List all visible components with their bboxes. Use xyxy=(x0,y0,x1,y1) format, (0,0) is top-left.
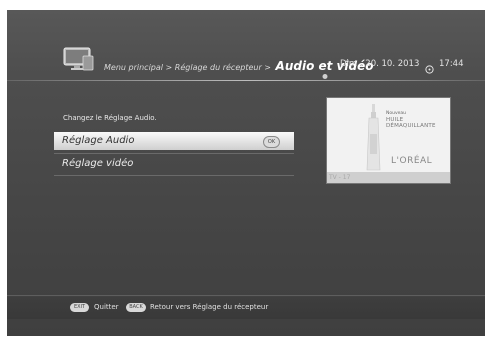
menu-divider xyxy=(54,175,294,176)
breadcrumb: Menu principal > Réglage du récepteur > … xyxy=(104,59,373,79)
ad-brand-logo: L'ORÉAL xyxy=(391,156,433,166)
menu-item-video-settings[interactable]: Réglage vidéo xyxy=(54,155,294,173)
breadcrumb-root: Menu principal xyxy=(104,63,163,72)
ad-nouveau-text: Nouveau xyxy=(386,111,407,116)
breadcrumb-parent: Réglage du récepteur xyxy=(174,63,262,72)
channel-label: TV - 17 xyxy=(329,174,351,181)
footer-divider xyxy=(7,295,485,296)
tv-preview-window: Nouveau HUILE DÉMAQUILLANTE L'ORÉAL TV -… xyxy=(326,97,451,184)
exit-label: Quitter xyxy=(94,303,119,311)
footer-bar: EXIT Quitter BACK Retour vers Réglage du… xyxy=(7,297,485,319)
instruction-text: Changez le Réglage Audio. xyxy=(63,114,157,122)
breadcrumb-separator: > xyxy=(264,63,271,72)
tv-settings-icon xyxy=(63,46,95,72)
menu-item-label: Réglage vidéo xyxy=(62,158,134,169)
clock-icon xyxy=(425,59,434,74)
ad-product-line2: DÉMAQUILLANTE xyxy=(386,123,436,129)
exit-key-icon[interactable]: EXIT xyxy=(70,303,89,312)
header-divider xyxy=(7,80,485,81)
ad-product-name: HUILE DÉMAQUILLANTE xyxy=(386,117,436,129)
menu-divider xyxy=(54,153,294,154)
header-bar: Menu principal > Réglage du récepteur > … xyxy=(7,46,485,92)
position-indicator-dot xyxy=(322,74,327,79)
time-display: 17:44 xyxy=(439,59,464,69)
product-bottle-image xyxy=(366,104,381,171)
ok-button-icon: OK xyxy=(263,136,280,148)
back-key-icon[interactable]: BACK xyxy=(126,303,146,312)
menu-item-audio-settings[interactable]: Réglage Audio OK xyxy=(54,132,294,150)
menu-item-label: Réglage Audio xyxy=(62,135,135,146)
back-label: Retour vers Réglage du récepteur xyxy=(150,303,269,311)
breadcrumb-separator: > xyxy=(165,63,173,72)
tv-screen: Menu principal > Réglage du récepteur > … xyxy=(7,10,485,336)
date-display: Dim , 20. 10. 2013 xyxy=(340,59,420,69)
